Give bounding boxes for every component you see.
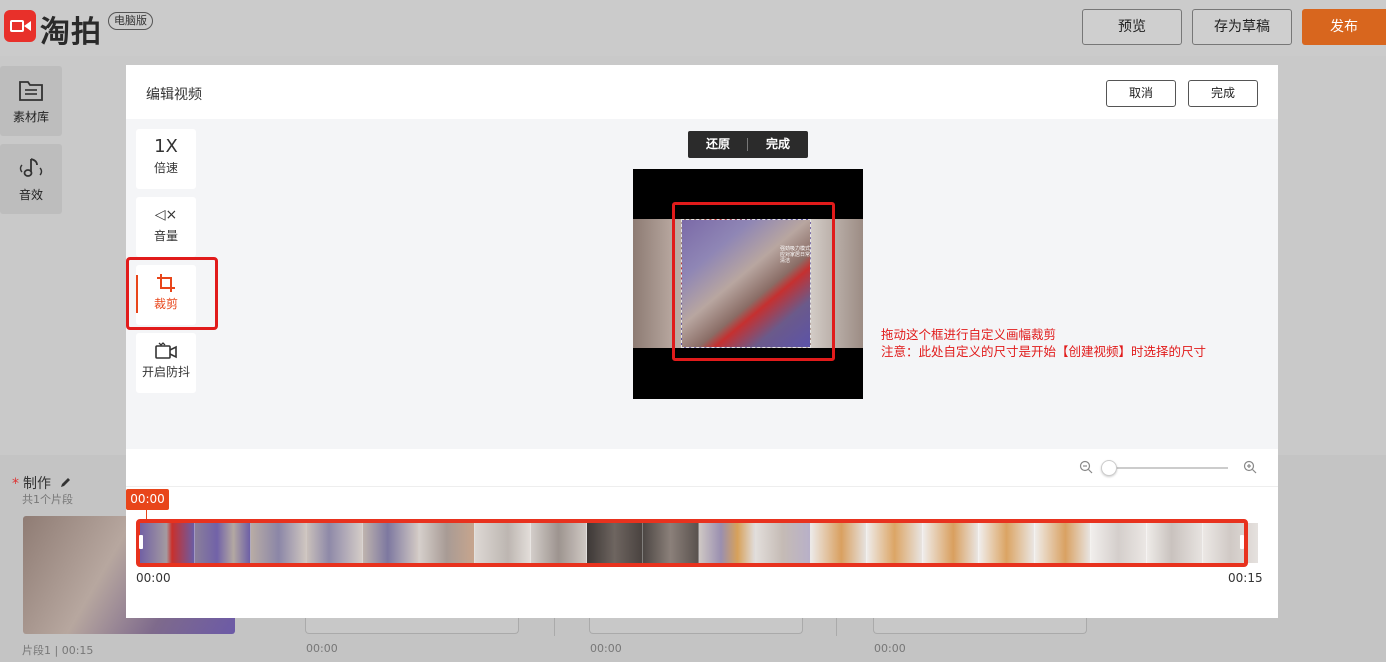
tool-label: 音量: [153, 229, 178, 243]
tool-label: 倍速: [153, 161, 178, 175]
zoom-controls: [126, 449, 1278, 487]
preview-button[interactable]: 预览: [1082, 9, 1182, 45]
sidebar-item-label: 音效: [18, 188, 43, 202]
timeline: 00:00 00:00 00:15: [126, 487, 1278, 618]
app-name: 淘拍: [40, 15, 102, 50]
instruction-line: 拖动这个框进行自定义画幅裁剪: [881, 327, 1057, 342]
volume-mute-icon: ◁×: [154, 207, 178, 223]
slot-time: 00:00: [874, 642, 906, 655]
app-logo-icon: [4, 10, 36, 42]
crop-instructions: 拖动这个框进行自定义画幅裁剪 注意：此处自定义的尺寸是开始【创建视频】时选择的尺…: [881, 326, 1206, 360]
clip-label: 片段1 | 00:15: [22, 644, 94, 657]
slot-time: 00:00: [590, 642, 622, 655]
tool-label: 开启防抖: [141, 365, 190, 379]
production-title: * 制作: [12, 473, 72, 493]
library-icon: [19, 81, 43, 101]
zoom-slider-track[interactable]: [1106, 467, 1228, 469]
modal-header: 编辑视频 取消 完成: [126, 65, 1278, 119]
publish-button[interactable]: 发布: [1302, 9, 1386, 45]
crop-frame-highlight: [672, 202, 835, 361]
zoom-in-icon[interactable]: [1243, 460, 1257, 474]
crop-toolbar: 还原 完成: [688, 131, 808, 158]
slot-divider: [836, 618, 837, 636]
trim-handle-right[interactable]: [1240, 535, 1244, 549]
speed-icon: 1X: [154, 136, 178, 157]
cancel-button[interactable]: 取消: [1106, 80, 1176, 107]
tool-stabilize[interactable]: 开启防抖: [136, 333, 196, 393]
tool-speed[interactable]: 1X 倍速: [136, 129, 196, 189]
sidebar-item-sound[interactable]: 音效: [0, 144, 62, 214]
empty-slot[interactable]: [873, 618, 1087, 634]
crop-done-button[interactable]: 完成: [748, 131, 808, 158]
crop-tool-highlight: [126, 257, 218, 330]
restore-button[interactable]: 还原: [688, 131, 748, 158]
empty-slot[interactable]: [589, 618, 803, 634]
save-draft-button[interactable]: 存为草稿: [1192, 9, 1292, 45]
modal-title: 编辑视频: [146, 87, 202, 103]
instruction-note: 注意：此处自定义的尺寸是开始【创建视频】时选择的尺寸: [881, 344, 1207, 359]
zoom-out-icon[interactable]: [1079, 460, 1093, 474]
done-button[interactable]: 完成: [1188, 80, 1258, 107]
slot-divider: [554, 618, 555, 636]
timeline-end-time: 00:15: [1228, 571, 1263, 585]
edition-badge: 电脑版: [108, 12, 153, 30]
slot-time: 00:00: [306, 642, 338, 655]
trim-selection[interactable]: [136, 519, 1248, 567]
sidebar-item-library[interactable]: 素材库: [0, 66, 62, 136]
edit-pencil-icon[interactable]: [59, 476, 72, 489]
zoom-slider-knob[interactable]: [1101, 460, 1117, 476]
sidebar-item-label: 素材库: [12, 110, 49, 124]
music-note-icon: [19, 158, 43, 177]
tool-volume[interactable]: ◁× 音量: [136, 197, 196, 257]
required-star: *: [12, 476, 19, 492]
empty-slot[interactable]: [305, 618, 519, 634]
stabilize-camera-icon: [136, 333, 196, 361]
trim-handle-left[interactable]: [139, 535, 143, 549]
clip-count: 共1个片段: [22, 493, 73, 506]
timeline-start-time: 00:00: [136, 571, 171, 585]
top-bar: 淘拍 电脑版 预览 存为草稿 发布: [0, 0, 1386, 56]
playhead-time[interactable]: 00:00: [126, 489, 169, 510]
production-title-text: 制作: [23, 476, 51, 492]
